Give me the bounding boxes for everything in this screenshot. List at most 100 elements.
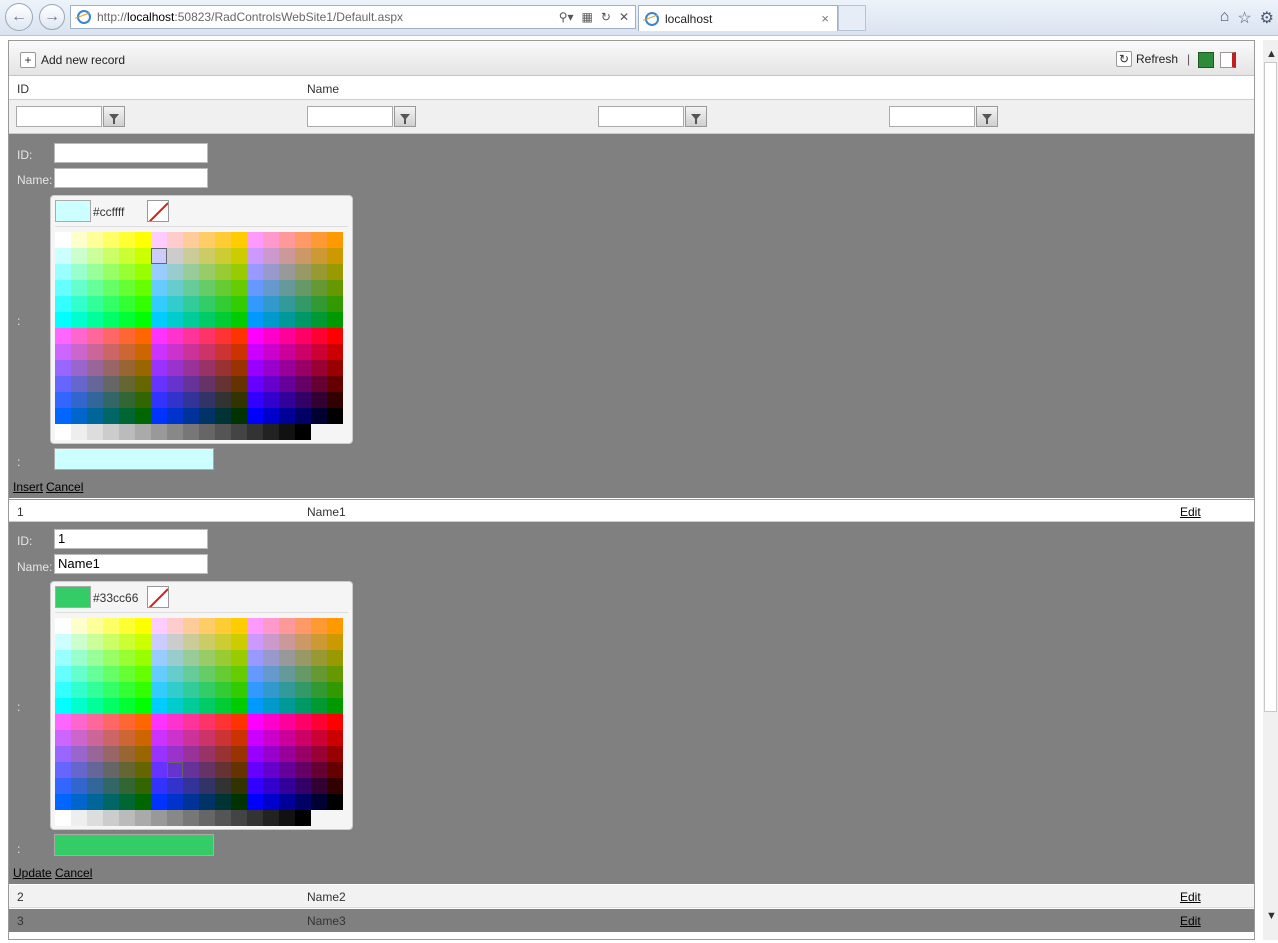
color-cell[interactable] <box>167 232 183 248</box>
gray-cell[interactable] <box>87 810 103 826</box>
export-excel-icon[interactable] <box>1198 52 1214 68</box>
color-cell[interactable] <box>199 232 215 248</box>
color-cell[interactable] <box>263 730 279 746</box>
color-cell[interactable] <box>295 618 311 634</box>
color-cell[interactable] <box>215 762 231 778</box>
color-cell[interactable] <box>327 360 343 376</box>
color-cell[interactable] <box>135 248 151 264</box>
color-cell[interactable] <box>135 650 151 666</box>
color-cell[interactable] <box>263 376 279 392</box>
color-cell[interactable] <box>215 392 231 408</box>
color-cell[interactable] <box>87 344 103 360</box>
color-cell[interactable] <box>167 264 183 280</box>
color-cell[interactable] <box>247 778 263 794</box>
color-cell[interactable] <box>295 682 311 698</box>
color-cell[interactable] <box>247 794 263 810</box>
color-cell[interactable] <box>103 714 119 730</box>
color-cell[interactable] <box>327 248 343 264</box>
color-cell[interactable] <box>151 778 167 794</box>
color-cell[interactable] <box>183 762 199 778</box>
cancel-link[interactable]: Cancel <box>46 480 83 494</box>
color-cell[interactable] <box>167 730 183 746</box>
color-cell[interactable] <box>215 682 231 698</box>
color-cell[interactable] <box>327 392 343 408</box>
color-cell[interactable] <box>87 392 103 408</box>
color-cell[interactable] <box>103 344 119 360</box>
color-cell[interactable] <box>295 714 311 730</box>
color-cell[interactable] <box>55 344 71 360</box>
color-cell[interactable] <box>103 280 119 296</box>
color-cell[interactable] <box>55 360 71 376</box>
column-header-id[interactable]: ID <box>17 82 29 96</box>
edit-link[interactable]: Edit <box>1180 914 1201 928</box>
color-cell[interactable] <box>247 376 263 392</box>
color-cell[interactable] <box>167 376 183 392</box>
color-cell[interactable] <box>199 778 215 794</box>
color-cell[interactable] <box>231 714 247 730</box>
color-cell[interactable] <box>327 408 343 424</box>
color-cell[interactable] <box>263 666 279 682</box>
color-cell[interactable] <box>103 730 119 746</box>
color-cell[interactable] <box>295 794 311 810</box>
new-tab-button[interactable] <box>838 5 866 31</box>
color-cell[interactable] <box>231 698 247 714</box>
color-cell[interactable] <box>55 698 71 714</box>
color-cell[interactable] <box>311 650 327 666</box>
color-cell[interactable] <box>119 650 135 666</box>
color-cell[interactable] <box>263 698 279 714</box>
gray-cell[interactable] <box>231 424 247 440</box>
color-cell[interactable] <box>295 264 311 280</box>
color-cell[interactable] <box>231 264 247 280</box>
color-cell[interactable] <box>311 634 327 650</box>
color-cell[interactable] <box>55 634 71 650</box>
color-cell[interactable] <box>183 730 199 746</box>
color-cell[interactable] <box>311 666 327 682</box>
edit-link[interactable]: Edit <box>1180 505 1201 519</box>
color-cell[interactable] <box>279 392 295 408</box>
color-cell[interactable] <box>311 360 327 376</box>
color-cell[interactable] <box>183 634 199 650</box>
color-cell[interactable] <box>247 698 263 714</box>
color-cell[interactable] <box>151 296 167 312</box>
color-cell[interactable] <box>231 280 247 296</box>
color-cell[interactable] <box>183 650 199 666</box>
color-cell[interactable] <box>71 312 87 328</box>
color-cell[interactable] <box>103 408 119 424</box>
gray-cell[interactable] <box>263 424 279 440</box>
color-cell[interactable] <box>279 376 295 392</box>
filter-input-col3[interactable] <box>598 106 684 127</box>
gray-cell[interactable] <box>103 424 119 440</box>
color-cell[interactable] <box>327 232 343 248</box>
table-row[interactable]: 1 Name1 Edit <box>9 499 1254 522</box>
color-cell[interactable] <box>231 682 247 698</box>
edit-link[interactable]: Edit <box>1180 890 1201 904</box>
color-cell[interactable] <box>231 762 247 778</box>
color-cell[interactable] <box>215 698 231 714</box>
color-cell[interactable] <box>71 634 87 650</box>
color-cell[interactable] <box>167 762 183 778</box>
color-cell[interactable] <box>135 328 151 344</box>
color-cell[interactable] <box>87 376 103 392</box>
color-cell[interactable] <box>71 296 87 312</box>
color-cell[interactable] <box>151 312 167 328</box>
color-cell[interactable] <box>55 312 71 328</box>
color-cell[interactable] <box>87 360 103 376</box>
color-cell[interactable] <box>231 232 247 248</box>
gray-cell[interactable] <box>183 810 199 826</box>
color-cell[interactable] <box>327 264 343 280</box>
color-cell[interactable] <box>231 618 247 634</box>
color-cell[interactable] <box>119 714 135 730</box>
color-cell[interactable] <box>55 248 71 264</box>
color-cell[interactable] <box>247 248 263 264</box>
color-cell[interactable] <box>71 714 87 730</box>
back-button[interactable]: ← <box>5 3 33 31</box>
color-cell[interactable] <box>151 376 167 392</box>
color-cell[interactable] <box>71 746 87 762</box>
color-cell[interactable] <box>279 408 295 424</box>
gray-cell[interactable] <box>151 810 167 826</box>
update-link[interactable]: Update <box>13 866 52 880</box>
color-cell[interactable] <box>151 746 167 762</box>
color-cell[interactable] <box>199 296 215 312</box>
id-input[interactable]: 1 <box>54 529 208 549</box>
color-cell[interactable] <box>199 264 215 280</box>
